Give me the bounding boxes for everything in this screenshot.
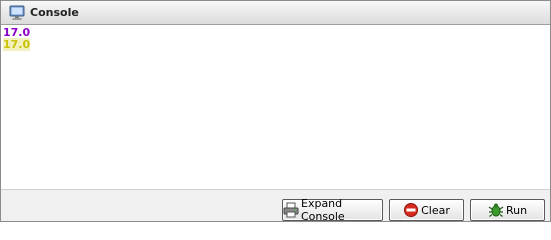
expand-console-label: Expand Console xyxy=(301,197,345,223)
no-entry-icon xyxy=(404,203,419,217)
printer-icon xyxy=(283,202,299,218)
console-footer: Expand Console Clear Run xyxy=(1,189,550,223)
bug-icon xyxy=(488,203,504,217)
console-title: Console xyxy=(30,6,79,19)
console-header: Console xyxy=(1,1,550,25)
expand-console-button[interactable]: Expand Console xyxy=(282,197,383,223)
run-button[interactable]: Run xyxy=(470,199,545,221)
monitor-icon xyxy=(9,5,25,21)
console-line: 17.0 xyxy=(3,38,548,51)
clear-label: Clear xyxy=(421,203,450,217)
clear-button[interactable]: Clear xyxy=(389,199,464,221)
console-panel: Console 17.0 17.0 Expand Console Clear R… xyxy=(0,0,551,223)
console-line-text: 17.0 xyxy=(3,38,31,51)
console-output[interactable]: 17.0 17.0 xyxy=(1,26,550,189)
run-label: Run xyxy=(505,203,528,217)
console-line: 17.0 xyxy=(3,26,31,39)
